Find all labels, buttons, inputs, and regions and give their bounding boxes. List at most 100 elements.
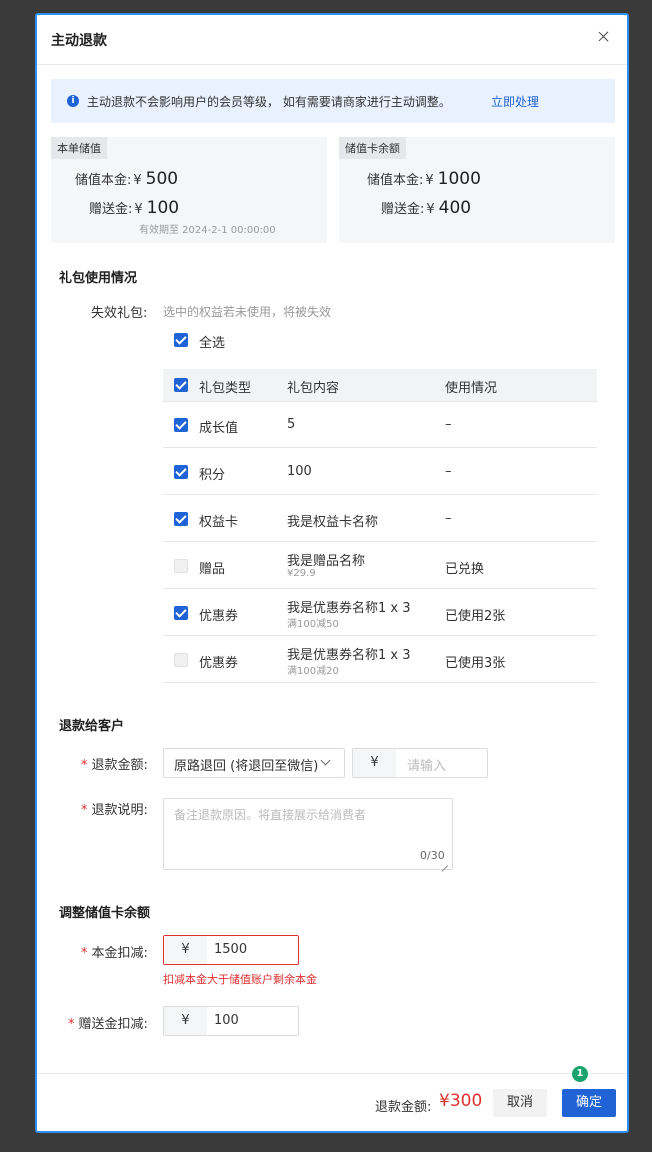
gift-label: 赠送金: <box>381 202 425 217</box>
select-all-label: 全选 <box>199 336 226 351</box>
row-checkbox[interactable] <box>174 512 188 526</box>
column-header-usage: 使用情况 <box>445 381 498 396</box>
currency-addon: ¥ <box>164 936 207 964</box>
row-content: 我是优惠券名称1 x 3 <box>287 601 411 616</box>
resize-handle-icon[interactable] <box>441 859 449 867</box>
modal-footer: 退款金额: ¥300 取消 确定 1 <box>37 1066 627 1133</box>
gift-value: 100 <box>146 198 180 218</box>
refund-note-textarea[interactable]: 备注退款原因。将直接展示给消费者 0/30 <box>163 798 453 870</box>
refund-modal: 主动退款 i 主动退款不会影响用户的会员等级， 如有需要请商家进行主动调整。 立… <box>35 13 629 1133</box>
row-divider <box>163 588 597 589</box>
row-usage: 已兑换 <box>445 562 485 577</box>
card-tag: 本单储值 <box>51 137 107 159</box>
select-all-checkbox[interactable] <box>174 333 188 347</box>
required-mark: * <box>68 1017 75 1032</box>
column-header-type: 礼包类型 <box>199 381 252 396</box>
row-checkbox[interactable] <box>174 653 188 667</box>
currency-symbol: ¥ <box>134 202 143 217</box>
principal-row: 储值本金: ¥ 1000 <box>367 169 481 189</box>
refund-method-select[interactable]: 原路退回 (将退回至微信) <box>163 748 345 778</box>
close-icon[interactable] <box>595 28 613 46</box>
currency-symbol: ¥ <box>425 173 434 188</box>
principal-row: 储值本金: ¥ 500 <box>75 169 178 189</box>
invalid-gift-hint: 选中的权益若未使用，将被失效 <box>163 305 332 319</box>
row-type: 积分 <box>199 468 226 483</box>
row-type: 成长值 <box>199 421 239 436</box>
currency-symbol: ¥ <box>426 202 435 217</box>
gift-deduct-value: 100 <box>214 1013 239 1028</box>
refund-note-label-text: 退款说明: <box>91 803 148 818</box>
order-stored-card: 本单储值 储值本金: ¥ 500 赠送金: ¥ 100 有效期至 2024-2-… <box>51 137 327 243</box>
card-tag: 储值卡余额 <box>339 137 406 159</box>
refund-amount-label-text: 退款金额: <box>91 758 148 773</box>
gift-deduct-label-text: 赠送金扣减: <box>78 1017 148 1032</box>
row-usage: 已使用3张 <box>445 656 506 671</box>
refund-method-value: 原路退回 (将退回至微信) <box>174 759 319 774</box>
refund-amount-input[interactable]: ¥ 请输入 <box>352 748 488 778</box>
row-content: 我是赠品名称 <box>287 554 366 569</box>
card-balance-card: 储值卡余额 储值本金: ¥ 1000 赠送金: ¥ 400 <box>339 137 615 243</box>
row-content: 5 <box>287 417 296 432</box>
modal-title: 主动退款 <box>51 33 107 49</box>
gift-row: 赠送金: ¥ 100 <box>89 198 179 218</box>
row-divider <box>163 635 597 636</box>
row-checkbox[interactable] <box>174 465 188 479</box>
refund-note-label: * 退款说明: <box>81 799 148 818</box>
note-placeholder: 备注退款原因。将直接展示给消费者 <box>174 808 367 822</box>
row-divider <box>163 541 597 542</box>
total-label: 退款金额: <box>375 1100 432 1115</box>
modal-header: 主动退款 <box>37 15 627 65</box>
alert-text: 主动退款不会影响用户的会员等级， 如有需要请商家进行主动调整。 <box>87 95 451 109</box>
refund-amount-label: * 退款金额: <box>81 754 148 773</box>
principal-deduct-label: * 本金扣减: <box>81 942 148 961</box>
amount-placeholder: 请输入 <box>407 759 447 774</box>
gift-deduct-label: * 赠送金扣减: <box>68 1013 148 1032</box>
principal-value: 1000 <box>437 169 481 189</box>
required-mark: * <box>81 803 88 818</box>
principal-deduct-label-text: 本金扣减: <box>91 946 148 961</box>
row-checkbox[interactable] <box>174 606 188 620</box>
row-type: 优惠券 <box>199 609 239 624</box>
gift-label: 赠送金: <box>89 202 133 217</box>
row-content: 100 <box>287 464 312 479</box>
currency-addon: ¥ <box>164 1007 207 1035</box>
principal-label: 储值本金: <box>367 173 424 188</box>
gift-value: 400 <box>438 198 472 218</box>
gift-section-title: 礼包使用情况 <box>59 271 138 286</box>
row-usage: – <box>445 417 452 432</box>
chevron-down-icon <box>320 755 331 766</box>
principal-label: 储值本金: <box>75 173 132 188</box>
invalid-gift-label: 失效礼包: <box>91 306 148 321</box>
principal-deduct-value: 1500 <box>214 942 248 957</box>
principal-error-message: 扣减本金大于储值账户剩余本金 <box>163 973 317 986</box>
principal-deduct-input[interactable]: ¥ 1500 <box>163 935 299 965</box>
column-header-content: 礼包内容 <box>287 381 340 396</box>
step-badge: 1 <box>572 1066 588 1082</box>
row-checkbox[interactable] <box>174 559 188 573</box>
row-type: 优惠券 <box>199 656 239 671</box>
cancel-button[interactable]: 取消 <box>493 1089 547 1117</box>
row-content-sub: ¥29.9 <box>287 568 316 579</box>
row-content: 我是权益卡名称 <box>287 515 379 530</box>
row-type: 权益卡 <box>199 515 239 530</box>
row-content: 我是优惠券名称1 x 3 <box>287 648 411 663</box>
gift-row: 赠送金: ¥ 400 <box>381 198 471 218</box>
gift-deduct-input[interactable]: ¥ 100 <box>163 1006 299 1036</box>
row-divider <box>163 494 597 495</box>
header-checkbox[interactable] <box>174 378 188 392</box>
row-divider <box>163 447 597 448</box>
expiry-text: 有效期至 2024-2-1 00:00:00 <box>139 225 276 236</box>
total-value: ¥300 <box>439 1091 483 1111</box>
row-content-sub: 满100减20 <box>287 666 339 677</box>
required-mark: * <box>81 758 88 773</box>
row-checkbox[interactable] <box>174 418 188 432</box>
row-content-sub: 满100减50 <box>287 619 339 630</box>
principal-value: 500 <box>145 169 179 189</box>
confirm-button[interactable]: 确定 <box>562 1089 616 1117</box>
info-alert: i 主动退款不会影响用户的会员等级， 如有需要请商家进行主动调整。 立即处理 <box>51 79 615 123</box>
handle-now-link[interactable]: 立即处理 <box>491 93 539 110</box>
row-divider <box>163 682 597 683</box>
currency-addon: ¥ <box>353 749 396 777</box>
adjust-section-title: 调整储值卡余额 <box>59 906 151 921</box>
row-usage: – <box>445 464 452 479</box>
